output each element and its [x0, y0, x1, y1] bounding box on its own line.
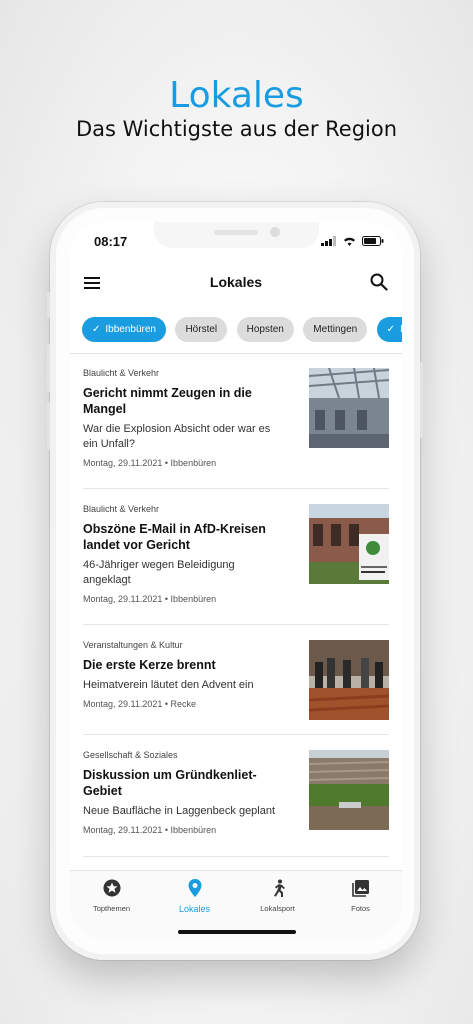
checkmark-icon: ✓ — [386, 324, 396, 335]
article-image — [309, 368, 389, 448]
article-headline: Diskussion um Gründkenliet-Gebiet — [83, 768, 257, 798]
article-separator — [83, 488, 389, 489]
tab-lokales[interactable]: Lokales — [153, 879, 236, 914]
tab-topthemen[interactable]: Topthemen — [70, 879, 153, 913]
chip-label: Hörstel — [185, 324, 218, 335]
article-meta: Montag, 29.11.2021 • Ibbenbüren — [83, 458, 217, 468]
mute-switch — [47, 292, 50, 318]
star-icon — [103, 879, 120, 897]
runner-icon — [273, 879, 285, 897]
chip-hopsten[interactable]: Hopsten — [236, 317, 294, 342]
promo-title: Lokales — [169, 75, 304, 116]
chip-label: Ibbenbüren — [105, 324, 156, 335]
signal-icon — [321, 236, 336, 246]
chip-ibbenbueren[interactable]: ✓ Ibbenbüren — [82, 317, 166, 342]
article-headline: Obszöne E-Mail in AfD-Kreisen landet vor… — [83, 522, 266, 552]
camera-icon — [270, 227, 280, 237]
app-bar: Lokales — [70, 268, 402, 298]
article-card[interactable]: Blaulicht & Verkehr Gericht nimmt Zeugen… — [83, 368, 389, 468]
article-separator — [83, 856, 389, 857]
speaker-grill — [214, 230, 258, 235]
location-pin-icon — [188, 879, 201, 897]
phone-frame: 08:17 Lokales ✓ Ibbenbüren Hörstel Hopst… — [47, 202, 423, 960]
article-separator — [83, 734, 389, 735]
article-separator — [83, 624, 389, 625]
power-button — [420, 362, 423, 438]
chip-label: Re — [400, 324, 402, 335]
volume-down-button — [47, 402, 50, 450]
article-teaser: War die Explosion Absicht oder war es ei… — [83, 423, 271, 450]
wifi-icon — [344, 237, 355, 246]
chip-mettingen[interactable]: Mettingen — [303, 317, 368, 342]
photos-icon — [351, 880, 369, 897]
chip-label: Mettingen — [313, 324, 358, 335]
home-indicator[interactable] — [178, 930, 296, 934]
tab-label: Lokales — [178, 904, 211, 914]
article-teaser: Heimatverein läutet den Advent ein — [83, 679, 254, 691]
article-teaser: 46-Jähriger wegen Beleidigung angeklagt — [83, 559, 235, 586]
tab-fotos[interactable]: Fotos — [319, 879, 402, 913]
article-meta: Montag, 29.11.2021 • Ibbenbüren — [83, 594, 217, 604]
location-filter-chips: ✓ Ibbenbüren Hörstel Hopsten Mettingen ✓… — [82, 317, 402, 343]
article-card[interactable]: Gesellschaft & Soziales Diskussion um Gr… — [83, 750, 389, 835]
article-headline: Gericht nimmt Zeugen in die Mangel — [83, 386, 252, 416]
notch — [154, 222, 319, 248]
checkmark-icon: ✓ — [92, 324, 101, 335]
search-icon[interactable] — [370, 273, 388, 291]
chip-recke[interactable]: ✓ Re — [376, 317, 402, 342]
status-time: 08:17 — [94, 234, 128, 249]
status-icons — [321, 236, 384, 246]
chip-label: Hopsten — [246, 324, 284, 335]
volume-up-button — [47, 344, 50, 392]
promo-subtitle: Das Wichtigste aus der Region — [75, 117, 398, 141]
article-card[interactable]: Veranstaltungen & Kultur Die erste Kerze… — [83, 640, 389, 720]
article-image — [309, 750, 389, 830]
chip-hoerstel[interactable]: Hörstel — [175, 317, 228, 342]
tab-label: Fotos — [351, 904, 370, 913]
battery-icon — [362, 236, 384, 246]
tab-lokalsport[interactable]: Lokalsport — [236, 879, 319, 913]
app-screen: 08:17 Lokales ✓ Ibbenbüren Hörstel Hopst… — [70, 222, 402, 940]
tab-label: Topthemen — [92, 904, 131, 913]
article-headline: Die erste Kerze brennt — [83, 658, 216, 672]
tab-label: Lokalsport — [260, 904, 295, 913]
divider — [70, 353, 402, 354]
page-title: Lokales — [209, 274, 263, 290]
article-image — [309, 504, 389, 584]
article-image — [309, 640, 389, 720]
article-card[interactable]: Blaulicht & Verkehr Obszöne E-Mail in Af… — [83, 504, 389, 604]
article-teaser: Neue Baufläche in Laggenbeck geplant — [83, 805, 276, 817]
